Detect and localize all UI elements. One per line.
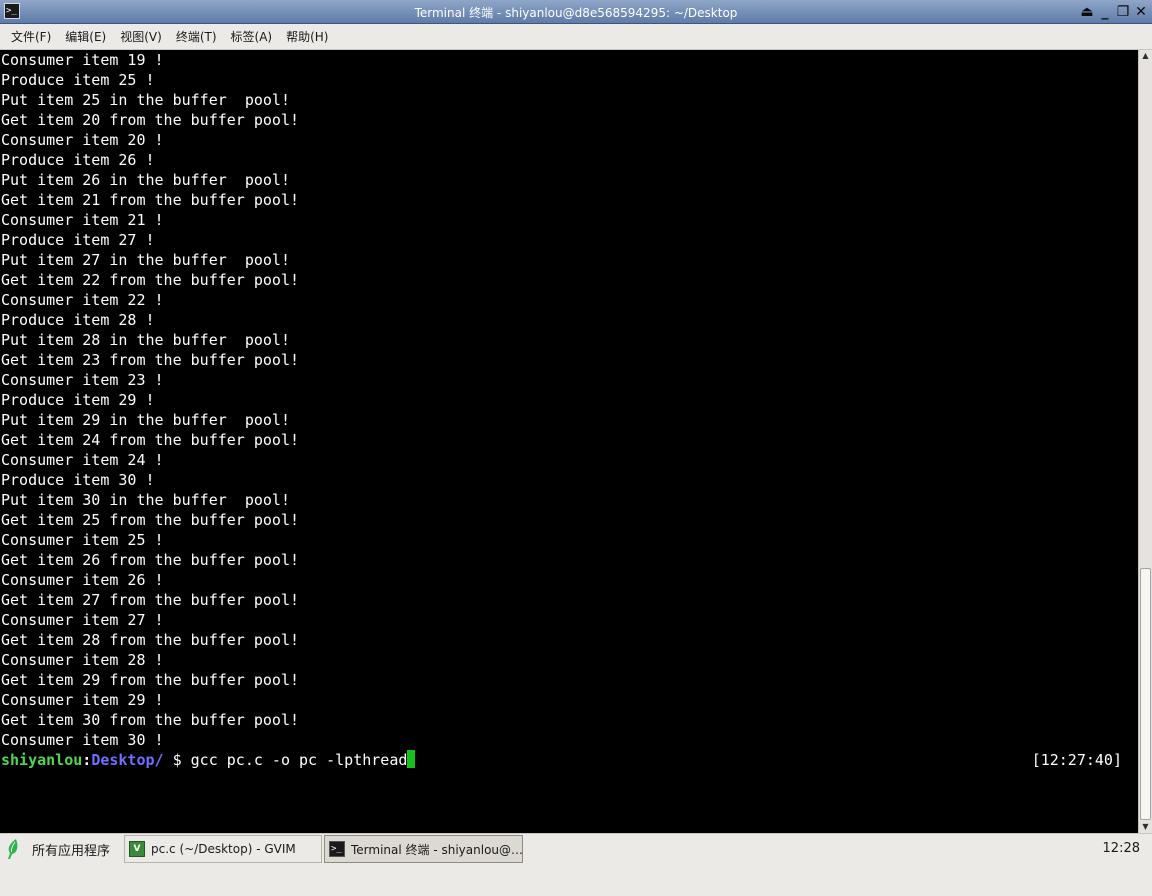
menu-bar: 文件(F) 编辑(E) 视图(V) 终端(T) 标签(A) 帮助(H): [0, 24, 1152, 50]
menu-edit[interactable]: 编辑(E): [58, 24, 113, 50]
taskbar-row: 所有应用程序 V pc.c (~/Desktop) - GVIM >_ Term…: [0, 834, 1152, 864]
output-line: Get item 23 from the buffer pool!: [1, 351, 300, 369]
output-line: Put item 29 in the buffer pool!: [1, 411, 290, 429]
output-line: Get item 20 from the buffer pool!: [1, 111, 300, 129]
minimize-icon[interactable]: _: [1098, 2, 1112, 22]
window-titlebar[interactable]: >_ Terminal 终端 - shiyanlou@d8e568594295:…: [0, 0, 1152, 24]
output-line: Consumer item 25 !: [1, 531, 164, 549]
prompt-timestamp: [12:27:40]: [1031, 751, 1122, 769]
output-line: Get item 28 from the buffer pool!: [1, 631, 300, 649]
scrollbar-thumb[interactable]: [1140, 568, 1151, 820]
prompt-directory: Desktop/: [91, 751, 164, 769]
output-line: Consumer item 21 !: [1, 211, 164, 229]
menu-terminal[interactable]: 终端(T): [169, 24, 224, 50]
scroll-down-icon[interactable]: ▼: [1139, 821, 1152, 833]
taskbar-item-terminal[interactable]: >_ Terminal 终端 - shiyanlou@…: [324, 835, 523, 863]
output-line: Consumer item 26 !: [1, 571, 164, 589]
terminal-output: Consumer item 19 ! Produce item 25 ! Put i…: [1, 50, 299, 750]
output-line: Consumer item 30 !: [1, 731, 164, 749]
output-line: Put item 30 in the buffer pool!: [1, 491, 290, 509]
output-line: Get item 25 from the buffer pool!: [1, 511, 300, 529]
menu-view[interactable]: 视图(V): [113, 24, 169, 50]
output-line: Produce item 26 !: [1, 151, 155, 169]
scroll-up-icon[interactable]: ▲: [1139, 50, 1152, 62]
output-line: Get item 21 from the buffer pool!: [1, 191, 300, 209]
output-line: Put item 28 in the buffer pool!: [1, 331, 290, 349]
output-line: Get item 29 from the buffer pool!: [1, 671, 300, 689]
output-line: Produce item 28 !: [1, 311, 155, 329]
menu-file[interactable]: 文件(F): [4, 24, 58, 50]
all-apps-label: 所有应用程序: [32, 843, 111, 859]
output-line: Consumer item 20 !: [1, 131, 164, 149]
taskbar-item-gvim[interactable]: V pc.c (~/Desktop) - GVIM: [124, 835, 322, 863]
output-line: Consumer item 24 !: [1, 451, 164, 469]
gvim-icon: V: [129, 841, 145, 857]
output-line: Produce item 25 !: [1, 71, 155, 89]
output-line: Get item 22 from the buffer pool!: [1, 271, 300, 289]
prompt-symbol: $: [163, 751, 191, 769]
output-line: Consumer item 28 !: [1, 651, 164, 669]
taskbar-item-label: pc.c (~/Desktop) - GVIM: [151, 842, 296, 856]
shade-icon[interactable]: ⏏: [1080, 2, 1094, 22]
output-line: Get item 24 from the buffer pool!: [1, 431, 300, 449]
clock: 12:28: [1102, 841, 1140, 856]
output-line: Consumer item 22 !: [1, 291, 164, 309]
output-line: Consumer item 19 !: [1, 51, 164, 69]
close-icon[interactable]: ✕: [1134, 2, 1148, 22]
taskbar: 所有应用程序 V pc.c (~/Desktop) - GVIM >_ Term…: [0, 833, 1152, 896]
prompt-separator: :: [82, 751, 92, 769]
command-input[interactable]: gcc pc.c -o pc -lpthread: [191, 751, 408, 769]
output-line: Put item 25 in the buffer pool!: [1, 91, 290, 109]
output-line: Consumer item 29 !: [1, 691, 164, 709]
text-cursor: [407, 750, 416, 768]
terminal-scrollbar[interactable]: ▲ ▼: [1138, 50, 1152, 833]
leaf-logo-icon: [8, 839, 18, 859]
menu-help[interactable]: 帮助(H): [279, 24, 335, 50]
output-line: Get item 30 from the buffer pool!: [1, 711, 300, 729]
prompt-line[interactable]: shiyanlou:Desktop/ $ gcc pc.c -o pc -lpt…: [1, 750, 1131, 770]
output-line: Get item 27 from the buffer pool!: [1, 591, 300, 609]
menu-tabs[interactable]: 标签(A): [224, 24, 280, 50]
output-line: Produce item 30 !: [1, 471, 155, 489]
taskbar-item-label: Terminal 终端 - shiyanlou@…: [351, 842, 523, 857]
output-line: Produce item 29 !: [1, 391, 155, 409]
output-line: Consumer item 27 !: [1, 611, 164, 629]
all-apps-button[interactable]: 所有应用程序: [4, 836, 118, 862]
output-line: Produce item 27 !: [1, 231, 155, 249]
window-controls: ⏏ _ ❐ ✕: [1080, 2, 1148, 22]
terminal-icon: >_: [329, 841, 345, 857]
window-title: Terminal 终端 - shiyanlou@d8e568594295: ~/…: [414, 6, 738, 20]
prompt-user: shiyanlou: [1, 751, 83, 769]
output-line: Put item 27 in the buffer pool!: [1, 251, 290, 269]
maximize-icon[interactable]: ❐: [1116, 2, 1130, 22]
terminal-area[interactable]: Consumer item 19 ! Produce item 25 ! Put i…: [0, 50, 1138, 833]
output-line: Consumer item 23 !: [1, 371, 164, 389]
output-line: Get item 26 from the buffer pool!: [1, 551, 300, 569]
output-line: Put item 26 in the buffer pool!: [1, 171, 290, 189]
